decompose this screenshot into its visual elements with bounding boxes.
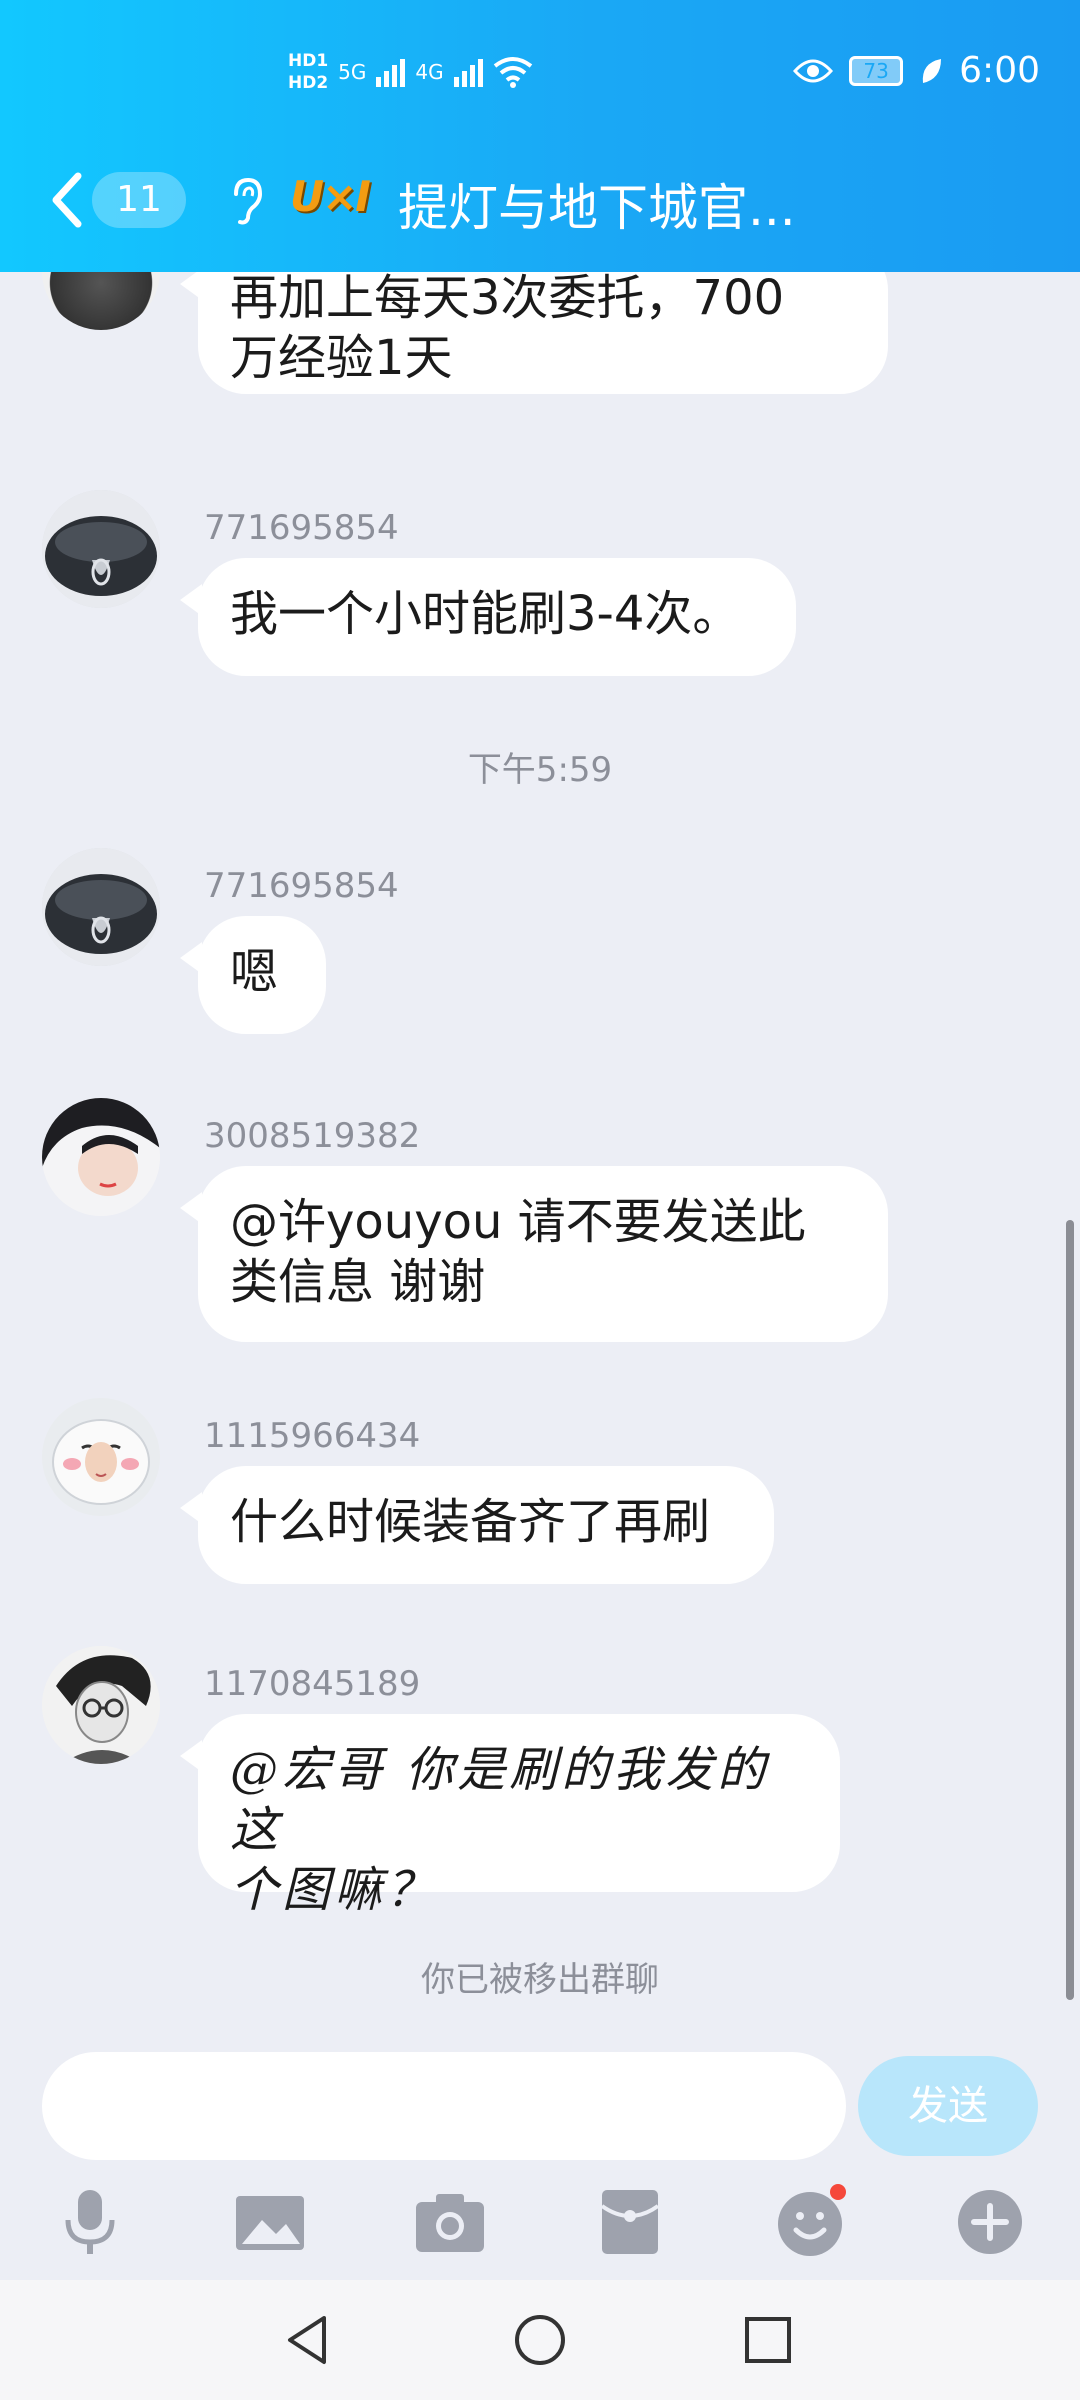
message-bubble[interactable]: 什么时候装备齐了再刷	[180, 1466, 774, 1584]
eye-icon	[793, 59, 834, 82]
clock: 6:00	[959, 50, 1040, 91]
chevron-left-icon[interactable]	[44, 168, 92, 232]
car-avatar-image	[42, 490, 160, 608]
app-header: HD1 HD2 5G 4G 73 6:00 11 U×I 提灯与地下城官...	[0, 0, 1080, 272]
nav-home-icon[interactable]	[510, 2310, 570, 2370]
sender-name: 3008519382	[204, 1116, 421, 1156]
scrollbar[interactable]	[1066, 1220, 1074, 2000]
sender-name: 1115966434	[204, 1416, 421, 1456]
system-nav-bar	[0, 2280, 1080, 2400]
nav-recents-icon[interactable]	[738, 2310, 798, 2370]
leaf-icon	[922, 58, 942, 83]
message-input[interactable]	[42, 2052, 846, 2160]
battery-indicator: 73	[849, 55, 904, 86]
signal-icon-2	[453, 57, 483, 87]
net1-label: 5G	[338, 60, 367, 84]
message-bubble[interactable]: @许youyou 请不要发送此 类信息 谢谢	[180, 1166, 888, 1342]
chat-message-list[interactable]: 再加上每天3次委托，700 万经验1天 771695854 我一个小时能刷3-4…	[0, 272, 1080, 2032]
avatar[interactable]	[42, 1398, 160, 1516]
system-notice: 你已被移出群聊	[421, 1960, 659, 2000]
avatar[interactable]	[42, 490, 160, 608]
hd-indicators: HD1 HD2	[288, 50, 328, 94]
status-bar: HD1 HD2 5G 4G 73 6:00	[0, 40, 1080, 120]
hd1-label: HD1	[288, 51, 329, 71]
camera-icon[interactable]	[410, 2182, 490, 2262]
nav-back-icon[interactable]	[278, 2310, 338, 2370]
red-packet-icon[interactable]	[590, 2182, 670, 2262]
sketch-avatar-image	[42, 1646, 160, 1764]
avatar[interactable]	[42, 848, 160, 966]
input-area: 发送	[0, 2032, 1080, 2280]
car-avatar-image	[42, 848, 160, 966]
wifi-icon	[493, 57, 532, 88]
send-button[interactable]: 发送	[858, 2056, 1038, 2156]
plus-icon[interactable]	[950, 2182, 1030, 2262]
title-bar: 11 U×I 提灯与地下城官...	[0, 160, 1080, 240]
input-toolbar	[0, 2182, 1080, 2272]
page-title[interactable]: 提灯与地下城官...	[398, 168, 796, 240]
time-divider: 下午5:59	[467, 750, 613, 790]
group-logo-badge: U×I	[290, 172, 371, 221]
avatar[interactable]	[42, 1646, 160, 1764]
avatar[interactable]	[42, 272, 160, 330]
hd2-label: HD2	[288, 73, 329, 93]
network-indicators: HD1 HD2 5G 4G	[288, 50, 533, 94]
signal-icon	[376, 57, 406, 87]
cartoon-avatar-image	[42, 1398, 160, 1516]
message-bubble[interactable]: @宏哥 你是刷的我发的这 个图嘛？	[180, 1714, 840, 1918]
image-icon[interactable]	[230, 2182, 310, 2262]
net2-label: 4G	[415, 60, 444, 84]
emoji-icon[interactable]	[770, 2182, 850, 2262]
avatar[interactable]	[42, 1098, 160, 1216]
microphone-icon[interactable]	[50, 2182, 130, 2262]
status-right: 73 6:00	[793, 50, 1040, 91]
sender-name: 1170845189	[204, 1664, 421, 1704]
message-bubble[interactable]: 我一个小时能刷3-4次。	[180, 558, 796, 676]
sender-name: 771695854	[204, 866, 399, 906]
unread-count-badge[interactable]: 11	[92, 172, 186, 228]
message-bubble[interactable]: 再加上每天3次委托，700 万经验1天	[180, 272, 888, 394]
message-bubble[interactable]: 嗯	[180, 916, 326, 1034]
sender-name: 771695854	[204, 508, 399, 548]
person-avatar-image	[42, 1098, 160, 1216]
ear-icon[interactable]	[222, 174, 270, 226]
